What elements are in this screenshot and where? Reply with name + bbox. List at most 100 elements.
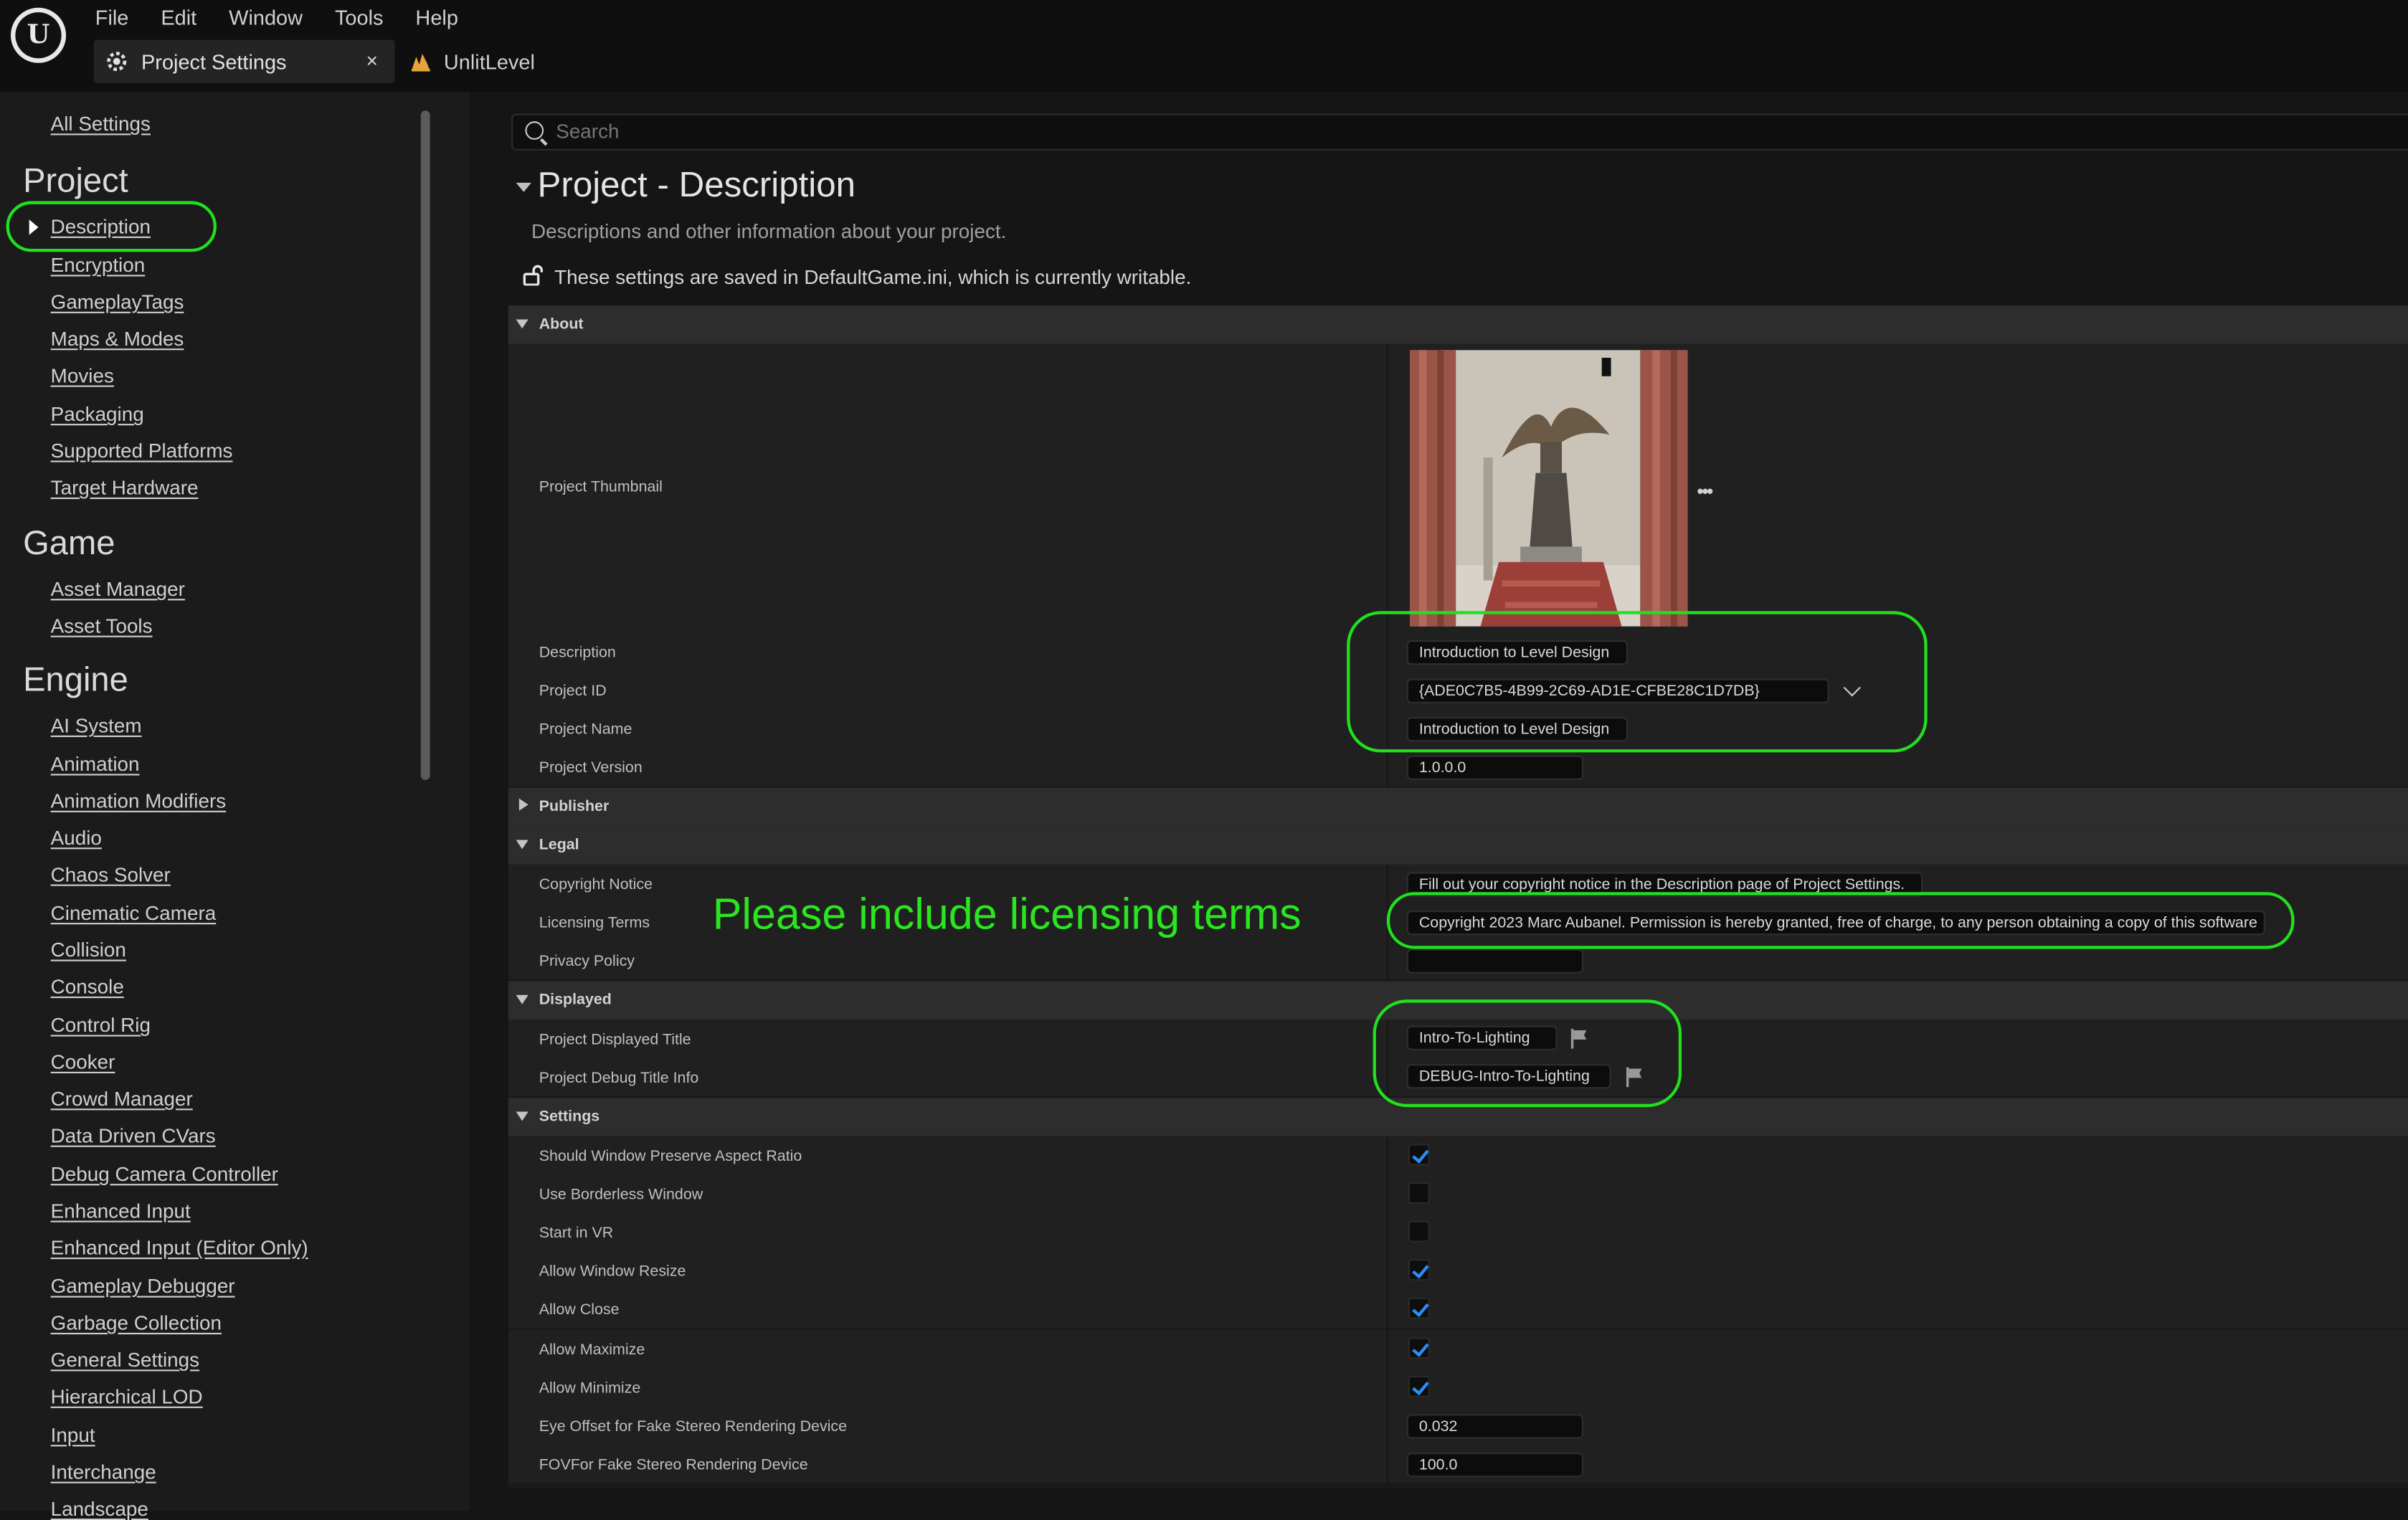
search-input[interactable] <box>556 120 1785 143</box>
checkbox[interactable] <box>1408 1337 1430 1359</box>
collapse-caret-icon[interactable] <box>516 182 531 192</box>
menu-window[interactable]: Window <box>229 3 319 32</box>
sidebar-item-audio[interactable]: Audio <box>51 826 102 849</box>
sidebar-item-movies[interactable]: Movies <box>51 364 114 387</box>
project-thumbnail-image[interactable] <box>1409 350 1688 627</box>
project-version-field[interactable]: 1.0.0.0 <box>1406 755 1583 780</box>
sidebar-item-cinematic-camera[interactable]: Cinematic Camera <box>51 901 217 924</box>
licensing-terms-field[interactable]: Copyright 2023 Marc Aubanel. Permission … <box>1406 910 2265 936</box>
description-field[interactable]: Introduction to Level Design <box>1406 640 1629 665</box>
sidebar-item-interchange[interactable]: Interchange <box>51 1460 156 1483</box>
sidebar-item-encryption[interactable]: Encryption <box>51 253 146 276</box>
sidebar-item-asset-manager[interactable]: Asset Manager <box>51 577 185 600</box>
sidebar-item-animation-modifiers[interactable]: Animation Modifiers <box>51 789 226 812</box>
level-icon <box>411 53 430 72</box>
sidebar-item-maps-modes[interactable]: Maps & Modes <box>51 327 184 350</box>
checkbox[interactable] <box>1408 1375 1430 1397</box>
section-label: Publisher <box>539 798 610 816</box>
annotation-text: Please include licensing terms <box>712 890 1302 940</box>
project-name-field[interactable]: Introduction to Level Design <box>1406 717 1629 742</box>
sidebar-item-crowd-manager[interactable]: Crowd Manager <box>51 1087 193 1110</box>
settings-cog-icon <box>107 52 127 72</box>
row-label: Allow Close <box>539 1302 620 1319</box>
sidebar-item-collision[interactable]: Collision <box>51 939 126 961</box>
row-label: Project Thumbnail <box>539 479 663 496</box>
tab-unlit-level[interactable]: UnlitLevel <box>410 40 535 83</box>
sidebar-item-input[interactable]: Input <box>51 1423 95 1446</box>
sidebar-item-ai-system[interactable]: AI System <box>51 714 142 737</box>
sidebar-item-garbage-collection[interactable]: Garbage Collection <box>51 1311 222 1334</box>
checkbox[interactable] <box>1408 1297 1430 1319</box>
sidebar-item-gameplay-debugger[interactable]: Gameplay Debugger <box>51 1275 235 1298</box>
tab-project-settings[interactable]: Project Settings × <box>93 39 395 83</box>
section-legal[interactable]: Legal <box>508 826 2408 865</box>
section-publisher[interactable]: Publisher <box>508 787 2408 827</box>
fov-field[interactable]: 100.0 <box>1406 1452 1583 1478</box>
sidebar-item-enhanced-input-editor[interactable]: Enhanced Input (Editor Only) <box>51 1236 308 1259</box>
sidebar-item-supported-platforms[interactable]: Supported Platforms <box>51 439 233 462</box>
unreal-logo-icon[interactable]: U <box>10 7 67 63</box>
section-displayed[interactable]: Displayed <box>508 981 2408 1020</box>
row-preserve-aspect-ratio: Should Window Preserve Aspect Ratio <box>508 1136 2408 1177</box>
thumbnail-options-icon[interactable]: ••• <box>1697 480 1713 502</box>
page-subtitle: Descriptions and other information about… <box>531 219 1007 243</box>
close-icon[interactable]: × <box>366 49 378 72</box>
copyright-notice-field[interactable]: Fill out your copyright notice in the De… <box>1406 872 1923 897</box>
sidebar-item-packaging[interactable]: Packaging <box>51 402 144 425</box>
search-icon <box>525 121 544 140</box>
displayed-title-field[interactable]: Intro-To-Lighting <box>1406 1025 1558 1050</box>
row-label: Licensing Terms <box>539 915 650 932</box>
section-label: About <box>539 316 584 333</box>
flag-icon[interactable] <box>1570 1028 1588 1049</box>
sidebar-heading-engine: Engine <box>23 660 128 699</box>
debug-title-field[interactable]: DEBUG-Intro-To-Lighting <box>1406 1064 1611 1089</box>
checkbox[interactable] <box>1408 1144 1430 1166</box>
menu-help[interactable]: Help <box>415 3 475 32</box>
flag-icon[interactable] <box>1625 1067 1644 1088</box>
tab-label: Project Settings <box>141 49 287 73</box>
checkbox[interactable] <box>1408 1220 1430 1243</box>
sidebar-item-enhanced-input[interactable]: Enhanced Input <box>51 1200 191 1222</box>
sidebar-item-general-settings[interactable]: General Settings <box>51 1348 199 1371</box>
sidebar-item-hierarchical-lod[interactable]: Hierarchical LOD <box>51 1385 203 1408</box>
section-settings[interactable]: Settings <box>508 1098 2408 1136</box>
sidebar-item-control-rig[interactable]: Control Rig <box>51 1013 151 1036</box>
row-label: Description <box>539 645 616 662</box>
unlock-icon <box>523 265 544 286</box>
row-label: Privacy Policy <box>539 953 635 971</box>
row-use-borderless-window: Use Borderless Window <box>508 1174 2408 1215</box>
sidebar-scrollbar[interactable] <box>420 110 430 780</box>
row-label: Project ID <box>539 683 607 700</box>
sidebar-item-description[interactable]: Description <box>51 215 151 238</box>
sidebar-item-debug-camera-controller[interactable]: Debug Camera Controller <box>51 1162 278 1185</box>
expand-caret-icon <box>516 319 528 329</box>
sidebar-item-landscape[interactable]: Landscape <box>51 1497 148 1520</box>
sidebar-all-settings[interactable]: All Settings <box>51 112 151 135</box>
section-about[interactable]: About <box>508 305 2408 344</box>
sidebar-item-target-hardware[interactable]: Target Hardware <box>51 476 199 499</box>
menu-file[interactable]: File <box>95 3 146 32</box>
checkbox[interactable] <box>1408 1182 1430 1205</box>
sidebar-item-chaos-solver[interactable]: Chaos Solver <box>51 863 171 886</box>
row-allow-window-resize: Allow Window Resize <box>508 1251 2408 1292</box>
row-label: Allow Minimize <box>539 1380 641 1397</box>
sidebar-item-gameplaytags[interactable]: GameplayTags <box>51 290 184 313</box>
expand-caret-icon <box>516 840 528 850</box>
menu-edit[interactable]: Edit <box>161 3 213 32</box>
section-label: Settings <box>539 1108 600 1126</box>
sidebar-item-animation[interactable]: Animation <box>51 752 140 775</box>
menu-bar: File Edit Window Tools Help <box>95 3 490 32</box>
sidebar-item-asset-tools[interactable]: Asset Tools <box>51 614 153 637</box>
menu-tools[interactable]: Tools <box>335 3 400 32</box>
eye-offset-field[interactable]: 0.032 <box>1406 1414 1583 1439</box>
project-id-field[interactable]: {ADE0C7B5-4B99-2C69-AD1E-CFBE28C1D7DB} <box>1406 678 1829 703</box>
row-allow-close: Allow Close <box>508 1289 2408 1330</box>
sidebar-item-cooker[interactable]: Cooker <box>51 1050 115 1073</box>
privacy-policy-field[interactable] <box>1406 949 1583 974</box>
expand-caret-icon <box>516 994 528 1004</box>
sidebar-item-console[interactable]: Console <box>51 975 124 998</box>
settings-search[interactable] <box>511 113 2408 151</box>
sidebar-item-data-driven-cvars[interactable]: Data Driven CVars <box>51 1124 216 1147</box>
checkbox[interactable] <box>1408 1259 1430 1281</box>
row-label: Project Name <box>539 721 632 739</box>
